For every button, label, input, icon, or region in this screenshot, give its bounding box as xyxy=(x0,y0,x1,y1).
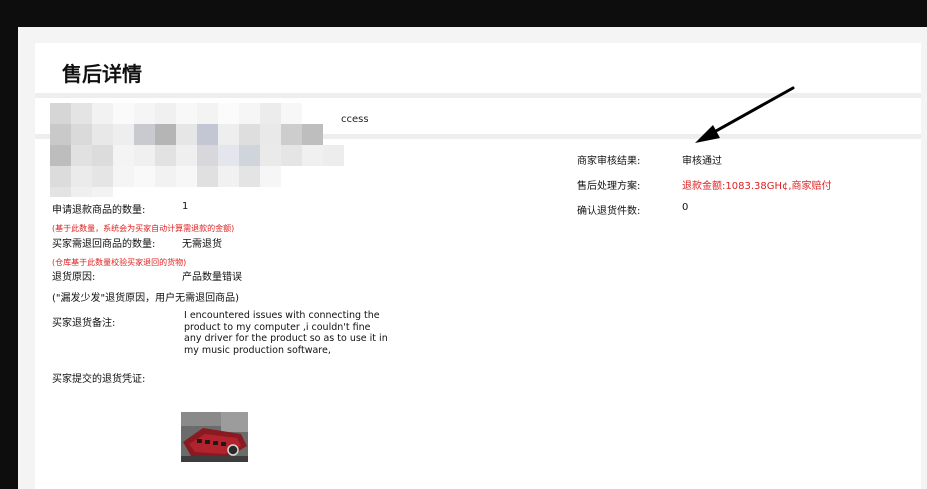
arrow-icon xyxy=(695,86,795,143)
